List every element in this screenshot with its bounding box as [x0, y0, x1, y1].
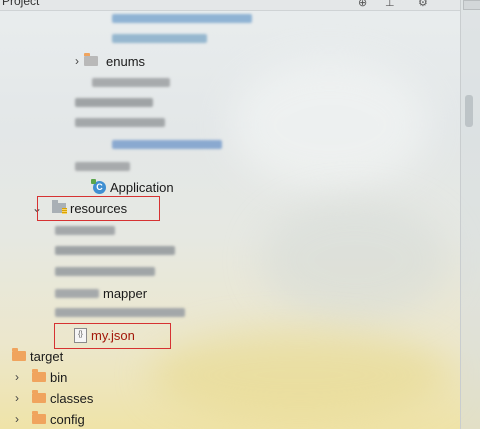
side-tab[interactable]	[463, 0, 480, 10]
chevron-right-icon[interactable]: ›	[10, 370, 24, 384]
scroll-gutter[interactable]	[460, 0, 480, 429]
blurred-entry	[112, 140, 222, 149]
background-shadow	[260, 200, 450, 320]
blurred-entry	[55, 288, 99, 298]
background-glow	[150, 330, 450, 420]
blurred-entry	[75, 162, 130, 171]
java-class-icon: C	[91, 178, 106, 194]
tool-window-header: Project ⊕ ⊥ ⚙	[0, 0, 460, 11]
tree-node-config[interactable]: › config	[10, 409, 85, 429]
blurred-entry	[55, 246, 175, 255]
blurred-entry	[55, 267, 155, 276]
tree-node-mapper[interactable]: mapper	[55, 283, 147, 303]
chevron-right-icon[interactable]: ›	[10, 391, 24, 405]
tree-node-label: config	[50, 411, 85, 427]
chevron-right-icon[interactable]: ›	[70, 54, 84, 68]
tree-node-target[interactable]: target	[0, 346, 63, 366]
blurred-entry	[75, 118, 165, 127]
tree-node-label: enums	[106, 53, 146, 69]
highlight-box-json	[54, 323, 171, 349]
panel-title: Project	[2, 0, 40, 8]
globe-icon[interactable]: ⊕	[358, 0, 367, 9]
folder-icon	[84, 53, 98, 66]
tree-node-label: bin	[50, 369, 68, 385]
scrollbar-thumb[interactable]	[465, 95, 473, 127]
blurred-entry	[92, 78, 170, 87]
gear-icon[interactable]: ⚙	[418, 0, 428, 9]
blurred-entry	[55, 308, 185, 317]
blurred-entry	[55, 226, 115, 235]
folder-icon	[12, 348, 26, 361]
blurred-entry	[112, 14, 252, 23]
folder-icon	[32, 390, 46, 403]
tree-node-label: classes	[50, 390, 94, 406]
background-highlight	[230, 60, 430, 190]
tree-node-label: target	[30, 348, 64, 364]
folder-icon	[32, 369, 46, 382]
tree-node-application[interactable]: C Application	[91, 177, 174, 197]
tree-node-enums[interactable]: › enums	[70, 51, 145, 71]
pin-icon[interactable]: ⊥	[385, 0, 395, 9]
blurred-entry	[75, 98, 153, 107]
tree-node-classes[interactable]: › classes	[10, 388, 93, 408]
tree-node-bin[interactable]: › bin	[10, 367, 67, 387]
blurred-entry	[112, 34, 207, 43]
tree-node-label: Application	[110, 179, 174, 195]
tree-node-label: mapper	[103, 285, 148, 301]
folder-icon	[32, 411, 46, 424]
highlight-box-resources	[37, 196, 160, 221]
chevron-right-icon[interactable]: ›	[10, 412, 24, 426]
